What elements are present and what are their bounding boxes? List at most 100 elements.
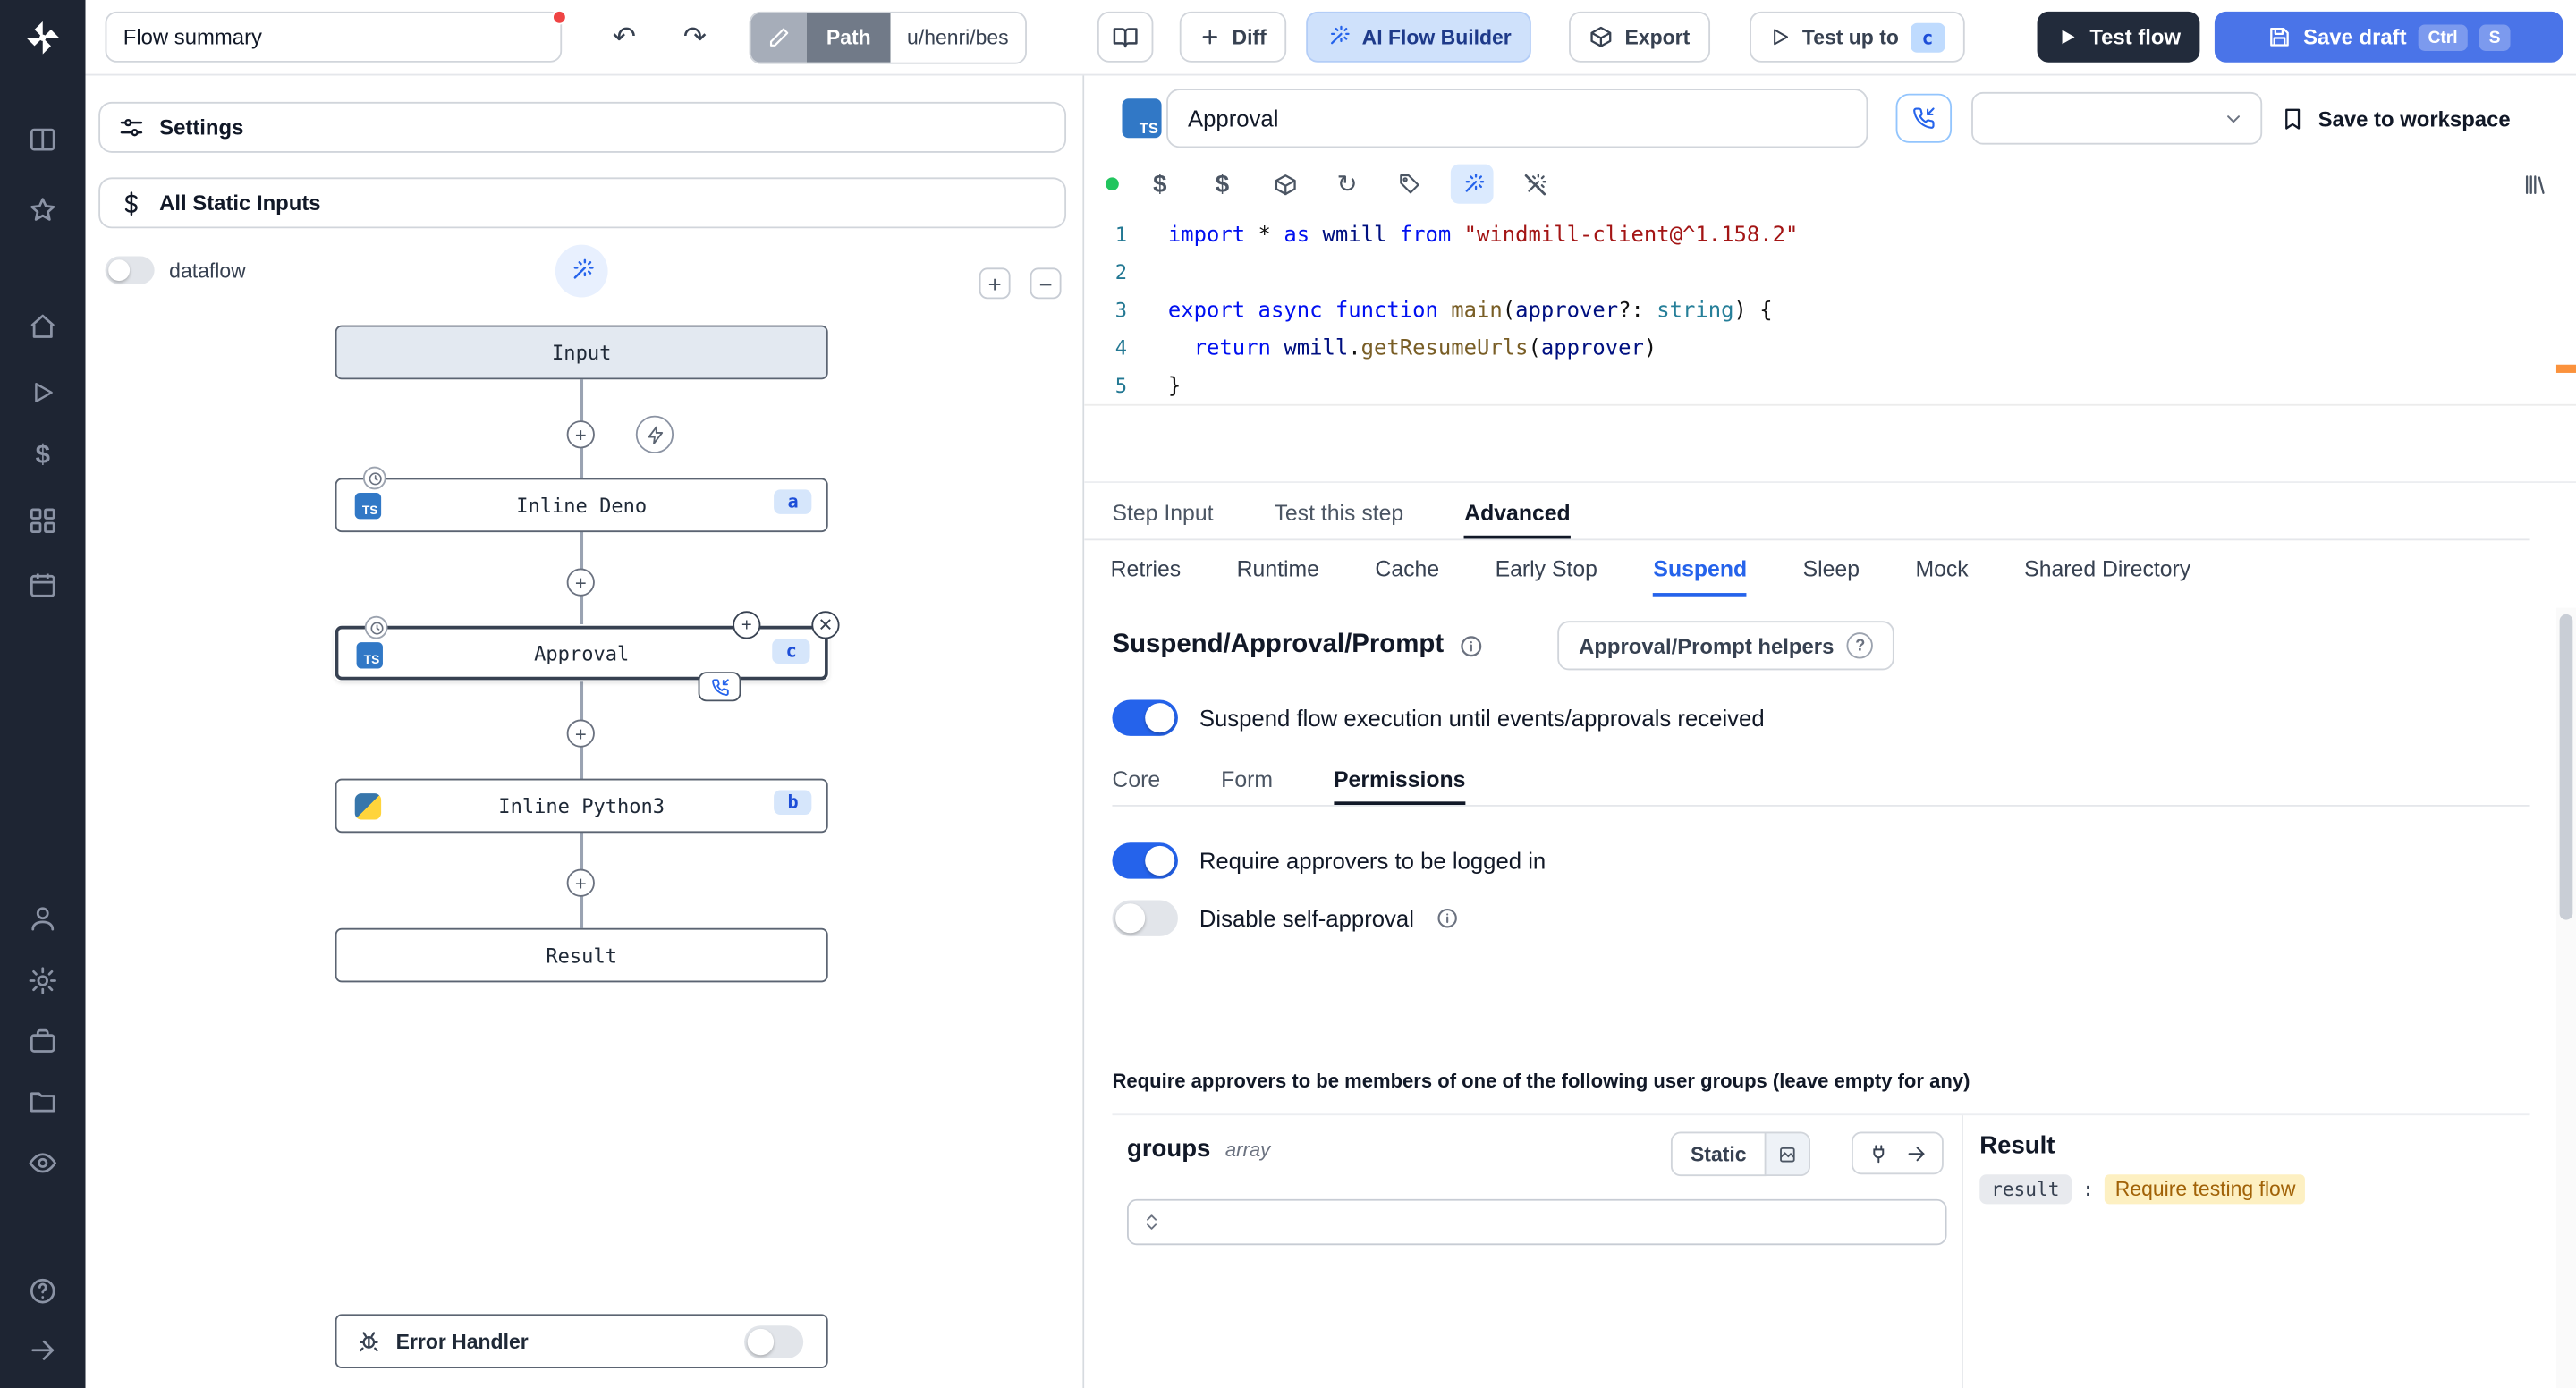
static-mode-button[interactable]: Static <box>1670 1131 1767 1177</box>
test-up-to-step-badge: c <box>1910 21 1945 52</box>
vertical-scrollbar[interactable] <box>2555 607 2576 1388</box>
module-corner-icon <box>362 466 386 490</box>
groups-editor: groups array Static <box>1112 1115 1962 1388</box>
groups-array-input[interactable] <box>1126 1198 1947 1246</box>
tab-form[interactable]: Form <box>1221 756 1273 805</box>
ai-wand-off-icon[interactable] <box>1513 165 1556 204</box>
suspend-phone-icon <box>698 672 741 702</box>
suspend-sub-tabs: Core Form Permissions <box>1112 756 2530 807</box>
runs-play-icon[interactable] <box>0 368 86 417</box>
tag-select[interactable] <box>1971 91 2263 145</box>
scrollbar-thumb[interactable] <box>2559 614 2573 920</box>
tab-runtime[interactable]: Runtime <box>1237 546 1319 597</box>
reload-icon[interactable]: ↻ <box>1326 165 1368 204</box>
flow-summary-input[interactable] <box>105 11 563 63</box>
dataflow-toggle[interactable] <box>105 256 155 284</box>
editor-overview-ruler-mark <box>2555 364 2576 373</box>
step-name-input[interactable] <box>1166 89 1868 148</box>
trigger-bolt-icon[interactable] <box>635 415 674 453</box>
tab-shared-directory[interactable]: Shared Directory <box>2024 546 2190 597</box>
tab-cache[interactable]: Cache <box>1375 546 1439 597</box>
tag-icon[interactable] <box>1388 165 1431 204</box>
redo-icon[interactable]: ↷ <box>670 12 719 63</box>
delete-step-icon[interactable]: ✕ <box>811 611 840 639</box>
resources-grid-icon[interactable] <box>0 496 86 546</box>
bookmark-icon <box>2285 107 2301 129</box>
undo-icon[interactable]: ↶ <box>599 12 648 63</box>
python-icon <box>354 793 382 820</box>
panels-icon[interactable] <box>0 115 86 165</box>
workers-briefcase-icon[interactable] <box>0 1017 86 1066</box>
error-handler-node[interactable]: Error Handler <box>335 1314 828 1368</box>
tab-permissions[interactable]: Permissions <box>1333 756 1466 805</box>
info-icon[interactable] <box>1436 907 1459 930</box>
variables-dollar-icon[interactable]: $ <box>0 432 86 481</box>
tab-step-input[interactable]: Step Input <box>1112 489 1213 538</box>
expression-mode-icon[interactable] <box>1766 1131 1811 1177</box>
schedules-calendar-icon[interactable] <box>0 560 86 609</box>
tab-advanced[interactable]: Advanced <box>1464 489 1571 539</box>
insert-step-plus-icon[interactable]: + <box>566 719 595 748</box>
code-editor[interactable]: 1 import * as wmill from "windmill-client… <box>1084 214 2576 483</box>
node-input[interactable]: Input <box>335 325 828 380</box>
library-icon[interactable] <box>2512 165 2555 204</box>
package-icon[interactable] <box>1263 165 1306 204</box>
folders-icon[interactable] <box>0 1078 86 1127</box>
bug-icon <box>360 1332 378 1352</box>
tab-sleep[interactable]: Sleep <box>1803 546 1860 597</box>
arrow-right-icon <box>1908 1146 1925 1161</box>
add-branch-icon[interactable]: + <box>733 611 761 639</box>
help-icon[interactable] <box>0 1266 86 1316</box>
suspend-execution-toggle[interactable] <box>1112 699 1178 736</box>
approval-prompt-helpers-button[interactable]: Approval/Prompt helpers? <box>1557 621 1895 671</box>
chevron-down-icon <box>2227 114 2240 123</box>
zoom-in-button[interactable]: + <box>979 267 1011 300</box>
windmill-logo-icon[interactable] <box>0 13 86 63</box>
result-title: Result <box>1979 1131 2055 1160</box>
home-icon[interactable] <box>0 302 86 351</box>
node-inline-deno[interactable]: TS Inline Deno a <box>335 466 828 533</box>
tab-mock[interactable]: Mock <box>1915 546 1968 597</box>
save-draft-button[interactable]: Save draft Ctrl S <box>2214 11 2563 63</box>
ai-flow-builder-button[interactable]: AI Flow Builder <box>1306 11 1531 63</box>
path-value: u/henri/bes <box>907 26 1009 50</box>
insert-step-plus-icon[interactable]: + <box>566 420 595 449</box>
approval-phone-button[interactable] <box>1895 93 1953 143</box>
info-icon[interactable] <box>1459 633 1484 658</box>
export-button[interactable]: Export <box>1569 11 1710 63</box>
favorites-star-icon[interactable] <box>0 186 86 235</box>
node-inline-python3[interactable]: Inline Python3 b <box>335 778 828 834</box>
tab-retries[interactable]: Retries <box>1111 546 1182 597</box>
zoom-out-button[interactable]: − <box>1030 267 1062 300</box>
tab-core[interactable]: Core <box>1112 756 1160 805</box>
disable-self-approval-toggle[interactable] <box>1112 900 1178 936</box>
error-handler-toggle[interactable] <box>744 1325 804 1358</box>
docs-book-button[interactable] <box>1097 11 1154 63</box>
test-flow-button[interactable]: Test flow <box>2037 11 2201 63</box>
step-id-badge: b <box>774 790 812 816</box>
diff-button[interactable]: Diff <box>1179 11 1286 63</box>
settings-gear-icon[interactable] <box>0 956 86 1005</box>
variables-dollar-icon[interactable]: $ <box>1139 165 1182 204</box>
flow-settings-button[interactable]: Settings <box>98 101 1067 153</box>
ai-wand-button[interactable] <box>555 244 608 298</box>
test-up-to-button[interactable]: Test up to c <box>1750 11 1965 63</box>
path-editor[interactable]: Path u/henri/bes <box>749 11 1027 64</box>
typescript-icon: TS <box>356 642 383 669</box>
connect-io-buttons[interactable] <box>1851 1131 1944 1175</box>
insert-step-plus-icon[interactable]: + <box>566 568 595 597</box>
all-static-inputs-button[interactable]: All Static Inputs <box>98 177 1067 229</box>
require-login-toggle[interactable] <box>1112 842 1178 879</box>
suspend-settings: Suspend/Approval/Prompt Approval/Prompt … <box>1084 601 2530 1388</box>
users-icon[interactable] <box>0 893 86 943</box>
save-to-workspace-button[interactable]: Save to workspace <box>2280 97 2511 140</box>
ai-wand-icon[interactable] <box>1450 164 1494 204</box>
insert-step-plus-icon[interactable]: + <box>566 868 595 897</box>
audit-eye-icon[interactable] <box>0 1138 86 1188</box>
tab-suspend[interactable]: Suspend <box>1653 546 1748 597</box>
collapse-arrow-icon[interactable] <box>0 1325 86 1375</box>
tab-test-this-step[interactable]: Test this step <box>1274 489 1403 538</box>
resources-dollar-icon[interactable]: $ <box>1201 165 1244 204</box>
tab-early-stop[interactable]: Early Stop <box>1496 546 1597 597</box>
node-result[interactable]: Result <box>335 927 828 983</box>
